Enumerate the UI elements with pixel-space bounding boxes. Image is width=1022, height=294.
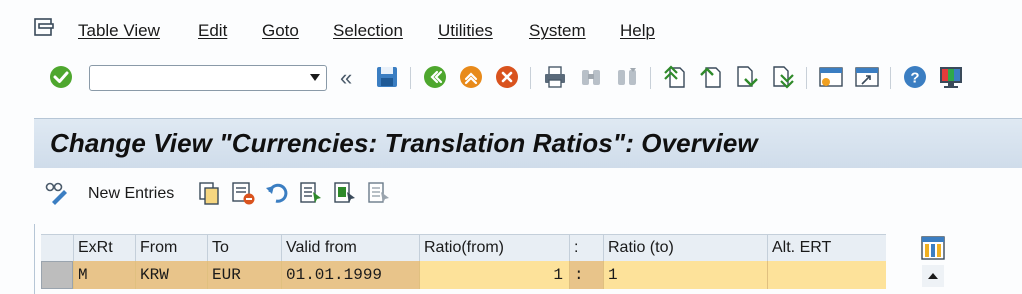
- toolbar-separator: [890, 67, 891, 89]
- toolbar-separator: [806, 67, 807, 89]
- column-header-to[interactable]: To: [207, 235, 281, 261]
- print-icon[interactable]: [542, 64, 568, 90]
- scroll-up-icon[interactable]: [921, 264, 945, 288]
- cell-ratio-from[interactable]: 1: [419, 261, 569, 289]
- help-icon[interactable]: ?: [902, 64, 928, 90]
- menu-table-view[interactable]: Table View: [78, 21, 160, 41]
- column-header-valid-from[interactable]: Valid from: [281, 235, 419, 261]
- column-header-ratio-from[interactable]: Ratio(from): [419, 235, 569, 261]
- select-all-icon[interactable]: [298, 180, 324, 206]
- select-block-icon[interactable]: [332, 180, 358, 206]
- column-header-separator[interactable]: :: [569, 235, 603, 261]
- save-icon[interactable]: [374, 64, 400, 90]
- exit-icon[interactable]: [458, 64, 484, 90]
- standard-toolbar: « ?: [0, 56, 1022, 102]
- find-next-icon[interactable]: [614, 64, 640, 90]
- last-page-icon[interactable]: [770, 64, 796, 90]
- column-header-exrt[interactable]: ExRt: [73, 235, 135, 261]
- menu-system[interactable]: System: [529, 21, 586, 41]
- cell-alt-ert[interactable]: [767, 261, 886, 289]
- cell-valid-from: 01.01.1999: [281, 261, 419, 289]
- first-page-icon[interactable]: [662, 64, 688, 90]
- cancel-icon[interactable]: [494, 64, 520, 90]
- menu-edit[interactable]: Edit: [198, 21, 227, 41]
- column-header-from[interactable]: From: [135, 235, 207, 261]
- table-control: ExRt From To Valid from Ratio(from) : Ra…: [34, 224, 1022, 294]
- cell-separator: :: [569, 261, 603, 289]
- cell-exrt: M: [73, 261, 135, 289]
- application-toolbar: New Entries: [34, 168, 1022, 224]
- copy-as-icon[interactable]: [196, 180, 222, 206]
- undo-icon[interactable]: [264, 180, 290, 206]
- shortcut-icon[interactable]: [854, 64, 880, 90]
- back-icon[interactable]: [422, 64, 448, 90]
- display-change-icon[interactable]: [44, 180, 70, 206]
- table-settings-icon[interactable]: [921, 236, 945, 260]
- menu-bar: Table View Edit Goto Selection Utilities…: [0, 0, 1022, 56]
- dropdown-arrow-icon[interactable]: [310, 74, 320, 82]
- previous-page-icon[interactable]: [698, 64, 724, 90]
- row-selector[interactable]: [41, 261, 73, 289]
- toolbar-separator: [530, 67, 531, 89]
- page-title: Change View "Currencies: Translation Rat…: [50, 128, 758, 158]
- table-row: M KRW EUR 01.01.1999 1 : 1: [41, 261, 886, 289]
- command-input[interactable]: [94, 68, 298, 90]
- toolbar-separator: [410, 67, 411, 89]
- cell-ratio-to[interactable]: 1: [603, 261, 767, 289]
- menu-help[interactable]: Help: [620, 21, 655, 41]
- title-bar: Change View "Currencies: Translation Rat…: [34, 118, 1022, 169]
- sap-menu-icon[interactable]: [34, 18, 56, 38]
- menu-selection[interactable]: Selection: [333, 21, 403, 41]
- toolbar-separator: [650, 67, 651, 89]
- column-header-alt-ert[interactable]: Alt. ERT: [767, 235, 886, 261]
- next-page-icon[interactable]: [734, 64, 760, 90]
- customize-layout-icon[interactable]: [938, 64, 964, 90]
- menu-goto[interactable]: Goto: [262, 21, 299, 41]
- deselect-all-icon[interactable]: [366, 180, 392, 206]
- cell-to: EUR: [207, 261, 281, 289]
- find-icon[interactable]: [578, 64, 604, 90]
- new-entries-button[interactable]: New Entries: [88, 185, 174, 203]
- column-header-ratio-to[interactable]: Ratio (to): [603, 235, 767, 261]
- enter-icon[interactable]: [48, 64, 74, 90]
- toolbar-collapse-icon[interactable]: «: [340, 66, 352, 90]
- command-field[interactable]: [89, 65, 327, 91]
- table-header: ExRt From To Valid from Ratio(from) : Ra…: [41, 234, 886, 262]
- create-session-icon[interactable]: [818, 64, 844, 90]
- menu-utilities[interactable]: Utilities: [438, 21, 493, 41]
- delete-icon[interactable]: [230, 180, 256, 206]
- svg-text:?: ?: [910, 70, 919, 87]
- cell-from: KRW: [135, 261, 207, 289]
